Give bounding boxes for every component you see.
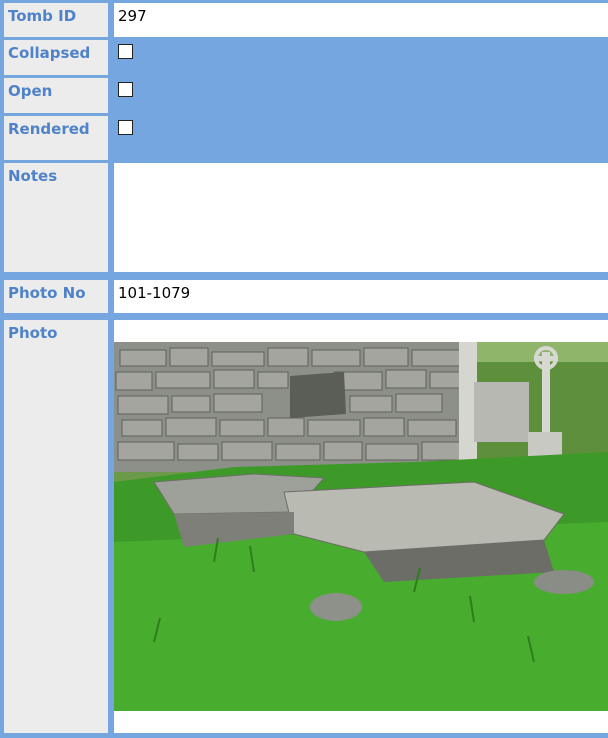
rendered-label: Rendered: [4, 116, 108, 160]
notes-field[interactable]: [114, 163, 608, 272]
row-tomb-id: Tomb ID 297: [0, 0, 608, 37]
row-rendered: Rendered: [0, 113, 608, 160]
notes-label: Notes: [4, 163, 108, 272]
photo-no-value: 101-1079: [118, 284, 191, 302]
row-photo-no: Photo No 101-1079: [0, 277, 608, 313]
tomb-id-field[interactable]: 297: [114, 3, 608, 37]
rendered-cell: [114, 116, 608, 160]
tomb-id-value: 297: [118, 7, 147, 25]
open-cell: [114, 78, 608, 113]
photo-label: Photo: [4, 320, 108, 733]
collapsed-checkbox[interactable]: [118, 44, 133, 59]
open-label: Open: [4, 78, 108, 113]
row-notes: Notes: [0, 160, 608, 272]
photo-no-label: Photo No: [4, 280, 108, 313]
photo-no-field[interactable]: 101-1079: [114, 280, 608, 313]
rendered-checkbox[interactable]: [118, 120, 133, 135]
collapsed-label: Collapsed: [4, 40, 108, 75]
row-photo: Photo: [0, 317, 608, 733]
row-collapsed: Collapsed: [0, 37, 608, 75]
row-open: Open: [0, 75, 608, 113]
open-checkbox[interactable]: [118, 82, 133, 97]
tomb-photo[interactable]: [114, 342, 608, 711]
collapsed-cell: [114, 40, 608, 75]
tomb-id-label: Tomb ID: [4, 3, 108, 37]
record-sheet: Tomb ID 297 Collapsed Open Rendered Note…: [0, 0, 608, 738]
photo-cell: [114, 320, 608, 733]
tomb-photo-image: [114, 342, 608, 711]
